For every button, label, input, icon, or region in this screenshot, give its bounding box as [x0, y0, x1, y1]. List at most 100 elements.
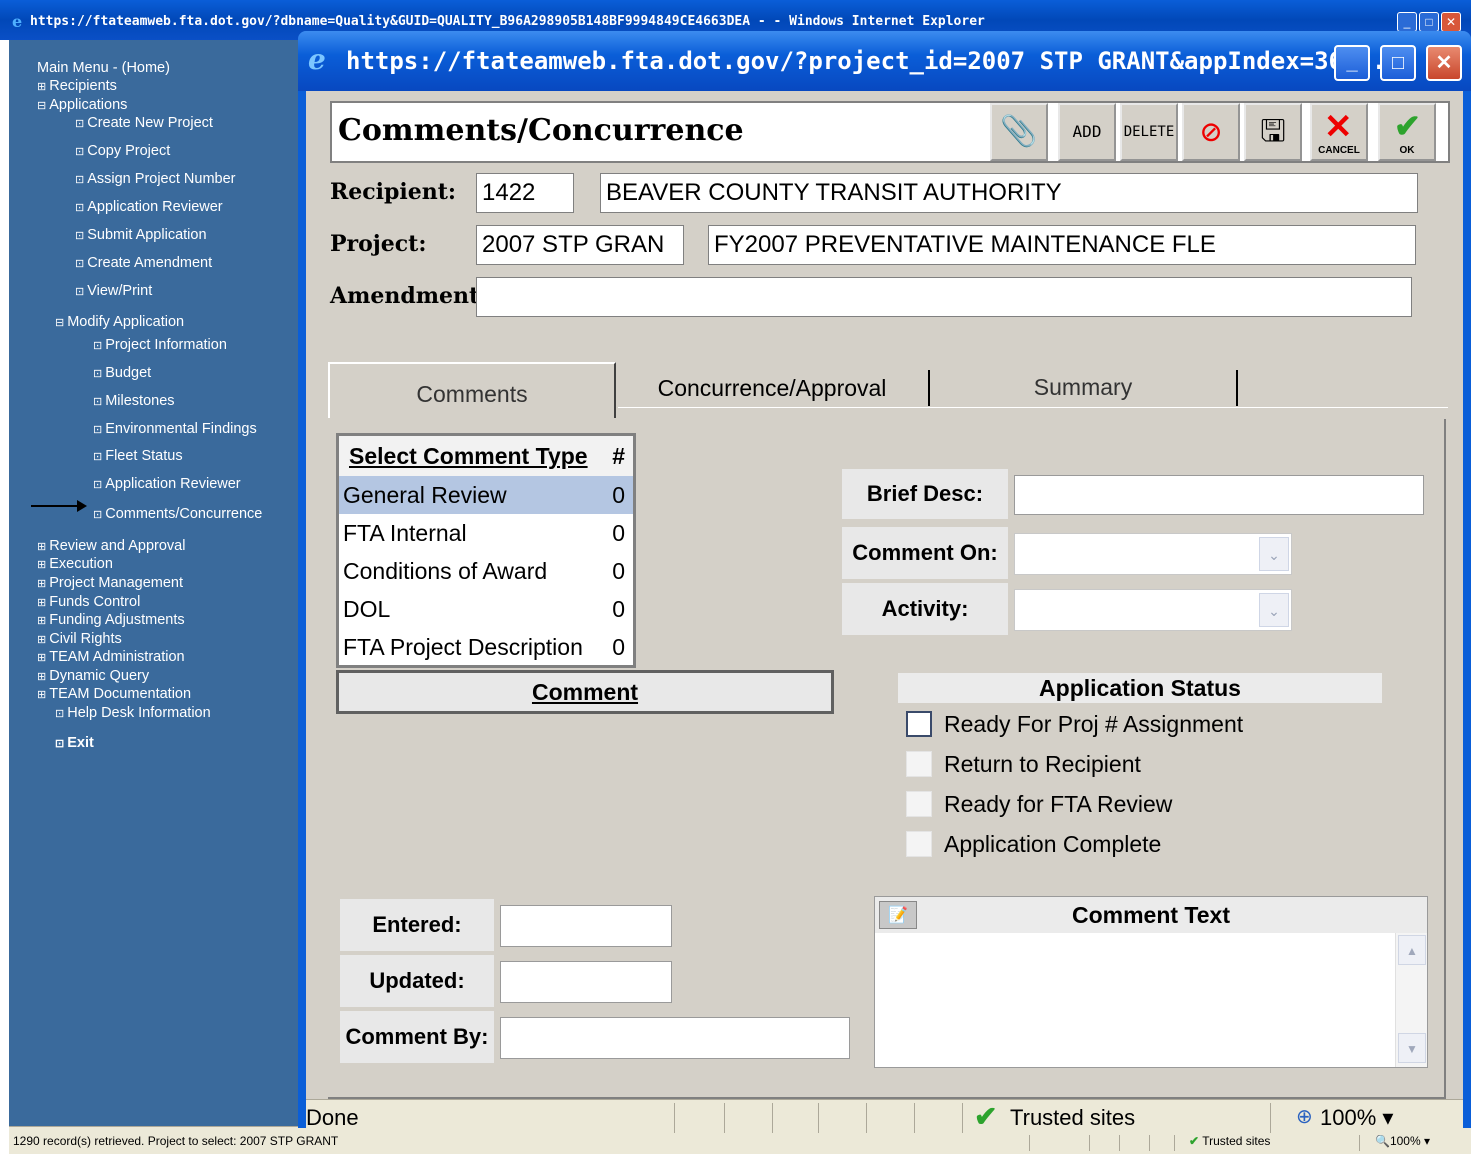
project-name-field: FY2007 PREVENTATIVE MAINTENANCE FLE — [708, 225, 1416, 265]
tree-toggle-icon: ⊡ — [75, 202, 85, 214]
outer-close-button[interactable]: ✕ — [1441, 12, 1461, 32]
nav-item[interactable]: ⊞ Project Management — [37, 575, 183, 591]
brief-desc-input[interactable] — [1014, 475, 1424, 515]
nav-item[interactable]: ⊟ Applications — [37, 97, 127, 113]
comment-type-table: Select Comment Type # General Review 0 F… — [336, 433, 636, 668]
comment-type-row[interactable]: Conditions of Award 0 — [339, 552, 633, 590]
activity-select[interactable]: ⌄ — [1014, 589, 1292, 631]
tree-toggle-icon: ⊞ — [37, 671, 47, 683]
tab-comments[interactable]: Comments — [328, 362, 616, 418]
zoom-control[interactable]: 100% ▾ — [1320, 1105, 1393, 1131]
floppy-disk-icon: 🖫 — [1260, 114, 1286, 149]
save-button[interactable]: 🖫 — [1244, 103, 1302, 161]
ok-button[interactable]: ✔ OK — [1378, 103, 1436, 161]
tree-toggle-icon: ⊡ — [55, 708, 65, 720]
nav-item[interactable]: ⊞ Civil Rights — [37, 631, 122, 647]
nav-item[interactable]: ⊡ Application Reviewer — [93, 476, 241, 492]
nav-item[interactable]: ⊞ TEAM Documentation — [37, 686, 191, 702]
nav-item[interactable]: ⊞ Funding Adjustments — [37, 612, 185, 628]
tree-toggle-icon: ⊡ — [75, 146, 85, 158]
comment-text-scrollbar[interactable]: ▲ ▼ — [1395, 933, 1427, 1067]
nav-item[interactable]: ⊟ Modify Application — [55, 314, 184, 330]
comment-on-label: Comment On: — [842, 527, 1008, 579]
paperclip-icon: 📎 — [1000, 114, 1038, 149]
tree-toggle-icon: ⊞ — [37, 634, 47, 646]
nav-item[interactable]: ⊡ Help Desk Information — [55, 705, 211, 721]
chevron-up-icon[interactable]: ▲ — [1398, 935, 1426, 965]
comment-type-row[interactable]: FTA Project Description 0 — [339, 628, 633, 666]
outer-minimize-button[interactable]: _ — [1397, 12, 1417, 32]
nav-item[interactable]: ⊡ Create Amendment — [75, 255, 212, 271]
outer-status-message: 1290 record(s) retrieved. Project to sel… — [13, 1134, 339, 1148]
nav-item[interactable]: ⊡ Comments/Concurrence — [93, 506, 262, 522]
popup-minimize-button[interactable]: _ — [1334, 45, 1370, 81]
notepad-icon[interactable]: 📝 — [879, 901, 917, 929]
status-option-label: Return to Recipient — [944, 751, 1141, 777]
no-save-button[interactable]: ⊘ — [1182, 103, 1240, 161]
ready-for-proj-assignment-checkbox[interactable] — [906, 711, 932, 737]
tab-summary[interactable]: Summary — [930, 370, 1238, 406]
nav-item[interactable]: ⊞ Dynamic Query — [37, 668, 149, 684]
nav-item[interactable]: ⊡ Milestones — [93, 393, 175, 409]
no-save-icon: ⊘ — [1200, 112, 1222, 152]
outer-zone-label: ✔ Trusted sites — [1189, 1134, 1271, 1148]
return-to-recipient-checkbox[interactable] — [906, 751, 932, 777]
delete-button[interactable]: DELETE — [1120, 103, 1178, 161]
nav-item[interactable]: ⊡ Fleet Status — [93, 448, 183, 464]
chevron-down-icon[interactable]: ▼ — [1398, 1033, 1426, 1063]
tab-concurrence-approval[interactable]: Concurrence/Approval — [616, 370, 930, 406]
tree-toggle-icon: ⊡ — [75, 174, 85, 186]
nav-item[interactable]: ⊡ Assign Project Number — [75, 171, 236, 187]
popup-close-button[interactable]: ✕ — [1426, 45, 1462, 81]
tree-toggle-icon: ⊞ — [37, 541, 47, 553]
comment-button[interactable]: Comment — [336, 670, 834, 714]
ready-for-fta-review-checkbox[interactable] — [906, 791, 932, 817]
nav-item[interactable]: ⊡ Submit Application — [75, 227, 207, 243]
status-option-label: Application Complete — [944, 831, 1162, 857]
tree-toggle-icon: ⊡ — [93, 479, 103, 491]
nav-item[interactable]: ⊡ Copy Project — [75, 143, 170, 159]
nav-item[interactable]: ⊞ Funds Control — [37, 594, 140, 610]
status-done: Done — [306, 1105, 359, 1130]
comment-type-row[interactable]: General Review 0 — [339, 476, 633, 514]
outer-maximize-button[interactable]: □ — [1419, 12, 1439, 32]
comment-text-area[interactable]: Comment Text 📝 ▲ ▼ — [874, 896, 1428, 1068]
comment-on-select[interactable]: ⌄ — [1014, 533, 1292, 575]
amendment-field — [476, 277, 1412, 317]
entered-label: Entered: — [340, 899, 494, 951]
nav-item[interactable]: ⊞ Review and Approval — [37, 538, 185, 554]
tree-toggle-icon: ⊞ — [37, 615, 47, 627]
comment-type-row[interactable]: DOL 0 — [339, 590, 633, 628]
nav-item[interactable]: ⊡ View/Print — [75, 283, 152, 299]
nav-item[interactable]: ⊡ Create New Project — [75, 115, 213, 131]
project-id-field: 2007 STP GRAN — [476, 225, 684, 265]
tree-toggle-icon: ⊞ — [37, 559, 47, 571]
nav-item[interactable]: ⊡ Project Information — [93, 337, 227, 353]
nav-item[interactable]: ⊡ Application Reviewer — [75, 199, 223, 215]
nav-item[interactable]: ⊞ TEAM Administration — [37, 649, 185, 665]
comments-tab-panel: Select Comment Type # General Review 0 F… — [328, 419, 1446, 1099]
nav-item[interactable]: ⊡ Exit — [55, 735, 94, 751]
nav-item[interactable]: ⊞ Recipients — [37, 78, 117, 94]
nav-item[interactable]: ⊞ Execution — [37, 556, 113, 572]
add-button[interactable]: ADD — [1058, 103, 1116, 161]
comment-type-row[interactable]: FTA Internal 0 — [339, 514, 633, 552]
popup-maximize-button[interactable]: □ — [1380, 45, 1416, 81]
activity-label: Activity: — [842, 583, 1008, 635]
nav-item[interactable]: Main Menu - (Home) — [37, 60, 170, 76]
status-option-label: Ready for FTA Review — [944, 791, 1173, 817]
nav-item[interactable]: ⊡ Budget — [93, 365, 151, 381]
application-complete-checkbox[interactable] — [906, 831, 932, 857]
popup-window: e https://ftateamweb.fta.dot.gov/?projec… — [298, 31, 1471, 1135]
tree-toggle-icon: ⊡ — [55, 738, 65, 750]
tree-toggle-icon: ⊡ — [93, 424, 103, 436]
nav-item[interactable]: ⊡ Environmental Findings — [93, 421, 257, 437]
outer-zoom-control[interactable]: 🔍100% ▾ — [1375, 1134, 1430, 1148]
check-icon: ✔ — [974, 1101, 998, 1132]
brief-desc-label: Brief Desc: — [842, 469, 1008, 519]
form-header: Comments/Concurrence 📎 ADD DELETE ⊘ 🖫 ✕ … — [330, 101, 1450, 163]
attach-button[interactable]: 📎 — [990, 103, 1048, 161]
tree-toggle-icon: ⊞ — [37, 578, 47, 590]
cancel-button[interactable]: ✕ CANCEL — [1310, 103, 1368, 161]
check-icon: ✔ — [1189, 1134, 1200, 1148]
